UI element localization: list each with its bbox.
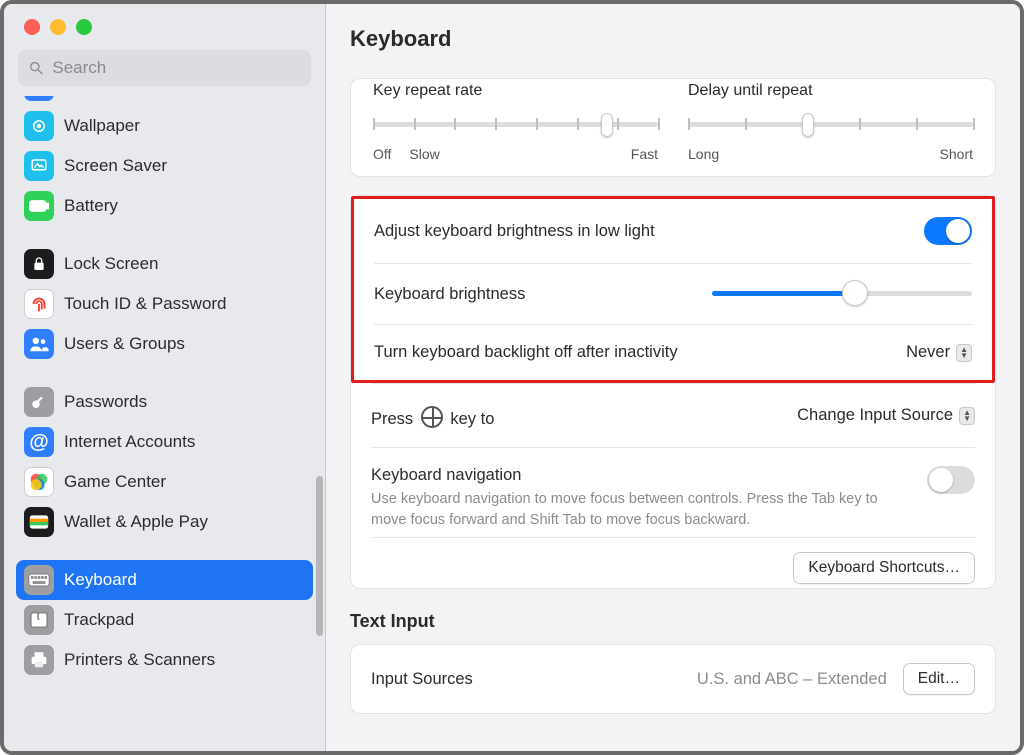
brightness-slider[interactable] <box>712 282 972 306</box>
screensaver-icon <box>24 151 54 181</box>
keyboard-nav-help: Use keyboard navigation to move focus be… <box>371 489 907 531</box>
lock-icon <box>24 249 54 279</box>
backlight-off-row: Turn keyboard backlight off after inacti… <box>374 324 972 380</box>
backlight-off-label: Turn keyboard backlight off after inacti… <box>374 343 678 362</box>
input-sources-row: Input Sources U.S. and ABC – Extended Ed… <box>371 645 975 713</box>
page-title: Keyboard <box>350 26 996 52</box>
keyboard-nav-row: Keyboard navigation Use keyboard navigat… <box>371 447 975 537</box>
battery-icon <box>24 191 54 221</box>
delay-short-label: Short <box>940 146 973 162</box>
sidebar-item-label: Internet Accounts <box>64 432 195 452</box>
sidebar-item-label: Battery <box>64 196 118 216</box>
keyboard-nav-toggle[interactable] <box>927 466 975 494</box>
sidebar-item-trackpad[interactable]: Trackpad <box>16 600 313 640</box>
chevron-up-down-icon: ▲▼ <box>956 344 972 362</box>
brightness-row: Keyboard brightness <box>374 263 972 324</box>
close-button[interactable] <box>24 19 40 35</box>
adjust-brightness-label: Adjust keyboard brightness in low light <box>374 222 655 241</box>
sidebar-item-label: Keyboard <box>64 570 137 590</box>
sidebar-item-label: Printers & Scanners <box>64 650 215 670</box>
keyboard-nav-label: Keyboard navigation <box>371 466 907 485</box>
keyboard-icon <box>24 565 54 595</box>
wallpaper-icon <box>24 111 54 141</box>
sidebar-item-label: Trackpad <box>64 610 134 630</box>
adjust-brightness-toggle[interactable] <box>924 217 972 245</box>
sidebar-item-wallet-apple-pay[interactable]: Wallet & Apple Pay <box>16 502 313 542</box>
input-sources-value: U.S. and ABC – Extended <box>697 670 887 689</box>
search-field-wrapper[interactable] <box>18 50 311 86</box>
globe-icon <box>421 406 443 428</box>
sidebar-item-label: Lock Screen <box>64 254 159 274</box>
globe-key-label: Press key to <box>371 402 494 429</box>
touchid-icon <box>24 289 54 319</box>
gamecenter-icon <box>24 467 54 497</box>
main-content: Keyboard Key repeat rate Off Slow <box>326 4 1020 751</box>
text-input-title: Text Input <box>350 611 996 632</box>
sidebar-item-label: Touch ID & Password <box>64 294 227 314</box>
delay-long-label: Long <box>688 146 719 162</box>
globe-key-value: Change Input Source <box>797 406 953 425</box>
at-icon: @ <box>24 427 54 457</box>
sidebar-item-lock-screen[interactable]: Lock Screen <box>16 244 313 284</box>
sidebar-item-label: Game Center <box>64 472 166 492</box>
sidebar-item-label: Wallpaper <box>64 116 140 136</box>
sidebar-scrollbar[interactable] <box>316 476 323 636</box>
key-repeat-section: Key repeat rate Off Slow Fast <box>373 97 658 162</box>
key-repeat-slow-label: Slow <box>409 146 439 162</box>
sidebar-item-passwords[interactable]: Passwords <box>16 382 313 422</box>
input-sources-edit-button[interactable]: Edit… <box>903 663 975 695</box>
key-repeat-slider[interactable] <box>373 114 658 138</box>
printer-icon <box>24 645 54 675</box>
chevron-up-down-icon: ▲▼ <box>959 407 975 425</box>
backlight-highlight: Adjust keyboard brightness in low light … <box>351 196 995 383</box>
sidebar-item-internet-accounts[interactable]: @ Internet Accounts <box>16 422 313 462</box>
brightness-label: Keyboard brightness <box>374 285 525 304</box>
sidebar-item-displays[interactable]: Displays <box>16 96 313 106</box>
search-input[interactable] <box>52 58 301 78</box>
system-settings-window: Displays Wallpaper Screen Saver Battery Lock… <box>0 0 1024 755</box>
key-repeat-fast-label: Fast <box>631 146 658 162</box>
trackpad-icon <box>24 605 54 635</box>
text-input-card: Input Sources U.S. and ABC – Extended Ed… <box>350 644 996 714</box>
key-icon <box>24 387 54 417</box>
sidebar-item-game-center[interactable]: Game Center <box>16 462 313 502</box>
input-sources-label: Input Sources <box>371 670 473 689</box>
sidebar-item-keyboard[interactable]: Keyboard <box>16 560 313 600</box>
sidebar-item-label: Users & Groups <box>64 334 185 354</box>
delay-repeat-slider[interactable] <box>688 114 973 138</box>
sidebar-item-wallpaper[interactable]: Wallpaper <box>16 106 313 146</box>
users-icon <box>24 329 54 359</box>
sidebar-item-printers-scanners[interactable]: Printers & Scanners <box>16 640 313 680</box>
keyboard-shortcuts-button[interactable]: Keyboard Shortcuts… <box>793 552 975 584</box>
sidebar-item-label: Screen Saver <box>64 156 167 176</box>
sidebar-item-touch-id-password[interactable]: Touch ID & Password <box>16 284 313 324</box>
adjust-brightness-row: Adjust keyboard brightness in low light <box>374 199 972 263</box>
delay-repeat-section: Delay until repeat Long Short <box>688 97 973 162</box>
globe-key-select[interactable]: Change Input Source ▲▼ <box>797 406 975 425</box>
globe-key-row: Press key to Change Input Source ▲▼ <box>371 383 975 447</box>
sidebar-item-label: Passwords <box>64 392 147 412</box>
sidebar-item-users-groups[interactable]: Users & Groups <box>16 324 313 364</box>
sidebar-item-label: Wallet & Apple Pay <box>64 512 208 532</box>
zoom-button[interactable] <box>76 19 92 35</box>
minimize-button[interactable] <box>50 19 66 35</box>
sidebar-list: Displays Wallpaper Screen Saver Battery Lock… <box>4 96 325 692</box>
sidebar-item-screen-saver[interactable]: Screen Saver <box>16 146 313 186</box>
displays-icon <box>24 96 54 101</box>
repeat-rate-card: Key repeat rate Off Slow Fast <box>350 78 996 177</box>
backlight-off-select[interactable]: Never ▲▼ <box>906 343 972 362</box>
window-controls <box>4 4 325 50</box>
delay-repeat-label: Delay until repeat <box>688 82 973 100</box>
key-repeat-off-label: Off <box>373 146 391 162</box>
search-icon <box>28 59 44 77</box>
sidebar-item-battery[interactable]: Battery <box>16 186 313 226</box>
wallet-icon <box>24 507 54 537</box>
backlight-off-value: Never <box>906 343 950 362</box>
sidebar: Displays Wallpaper Screen Saver Battery Lock… <box>4 4 326 751</box>
backlight-card: Adjust keyboard brightness in low light … <box>350 195 996 589</box>
key-repeat-label: Key repeat rate <box>373 82 658 100</box>
